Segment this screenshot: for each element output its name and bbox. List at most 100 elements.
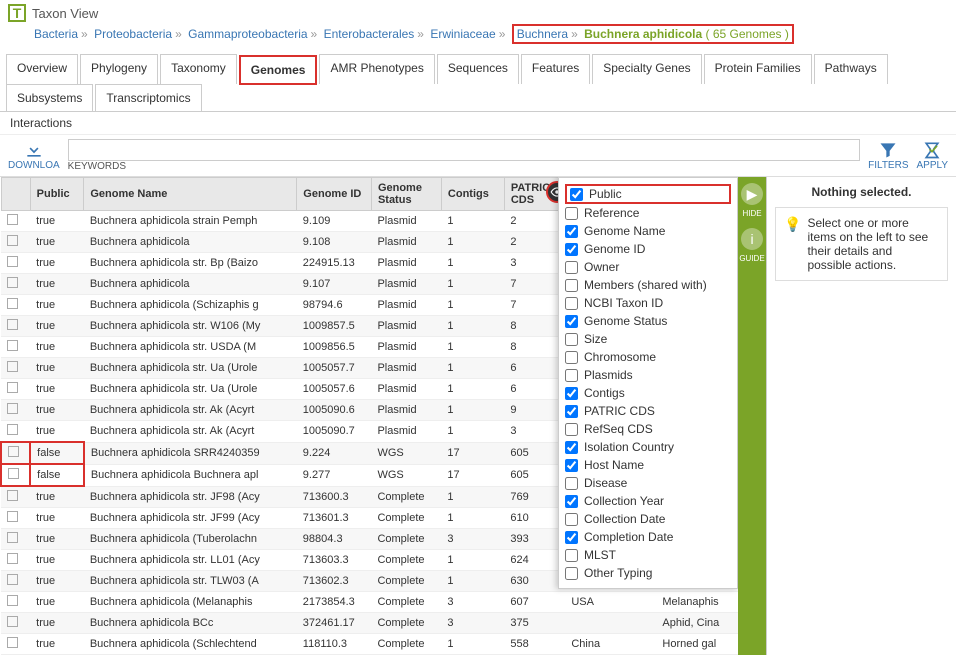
col-header[interactable]: Genome Status <box>371 178 441 211</box>
guide-button[interactable]: i <box>741 228 763 250</box>
column-checkbox[interactable] <box>565 387 578 400</box>
column-checkbox[interactable] <box>565 261 578 274</box>
breadcrumb-link[interactable]: Bacteria <box>34 27 78 41</box>
row-checkbox[interactable] <box>7 319 18 330</box>
tab-sequences[interactable]: Sequences <box>437 54 519 84</box>
table-row[interactable]: trueBuchnera aphidicola BCc372461.17Comp… <box>1 613 738 634</box>
column-checkbox[interactable] <box>565 369 578 382</box>
tab-genomes[interactable]: Genomes <box>239 55 318 85</box>
row-checkbox[interactable] <box>7 637 18 648</box>
column-option[interactable]: RefSeq CDS <box>565 420 731 438</box>
column-option[interactable]: PATRIC CDS <box>565 402 731 420</box>
breadcrumb-link[interactable]: Gammaproteobacteria <box>188 27 307 41</box>
tab-features[interactable]: Features <box>521 54 590 84</box>
column-checkbox[interactable] <box>565 477 578 490</box>
column-option[interactable]: Size <box>565 330 731 348</box>
column-option[interactable]: Disease <box>565 474 731 492</box>
column-checkbox[interactable] <box>565 459 578 472</box>
tab-subsystems[interactable]: Subsystems <box>6 84 93 111</box>
filters-button[interactable]: FILTERS <box>868 140 908 171</box>
column-checkbox[interactable] <box>565 243 578 256</box>
column-checkbox[interactable] <box>565 549 578 562</box>
breadcrumb-link[interactable]: Enterobacterales <box>324 27 415 41</box>
col-header[interactable]: Contigs <box>441 178 504 211</box>
row-checkbox[interactable] <box>7 277 18 288</box>
row-checkbox[interactable] <box>7 424 18 435</box>
row-checkbox[interactable] <box>8 446 19 457</box>
column-option[interactable]: Members (shared with) <box>565 276 731 294</box>
row-checkbox[interactable] <box>7 595 18 606</box>
column-checkbox[interactable] <box>565 513 578 526</box>
tab-amr-phenotypes[interactable]: AMR Phenotypes <box>319 54 434 84</box>
row-checkbox[interactable] <box>7 340 18 351</box>
table-row[interactable]: trueBuchnera aphidicola (Schlechtend1181… <box>1 634 738 655</box>
column-option[interactable]: Collection Year <box>565 492 731 510</box>
tab-specialty-genes[interactable]: Specialty Genes <box>592 54 701 84</box>
column-checkbox[interactable] <box>565 279 578 292</box>
row-checkbox[interactable] <box>7 361 18 372</box>
tab-taxonomy[interactable]: Taxonomy <box>160 54 237 84</box>
col-header[interactable]: Genome Name <box>84 178 297 211</box>
column-checkbox[interactable] <box>565 423 578 436</box>
row-checkbox[interactable] <box>7 553 18 564</box>
hide-button[interactable]: ▶ <box>741 183 763 205</box>
column-chooser[interactable]: PublicReferenceGenome NameGenome IDOwner… <box>558 177 738 589</box>
row-checkbox[interactable] <box>7 256 18 267</box>
row-checkbox[interactable] <box>7 298 18 309</box>
column-checkbox[interactable] <box>565 405 578 418</box>
column-option[interactable]: Genome ID <box>565 240 731 258</box>
breadcrumb-link[interactable]: Erwiniaceae <box>430 27 495 41</box>
row-checkbox[interactable] <box>7 616 18 627</box>
column-checkbox[interactable] <box>565 441 578 454</box>
column-option[interactable]: Completion Date <box>565 528 731 546</box>
tab-phylogeny[interactable]: Phylogeny <box>80 54 158 84</box>
column-option[interactable]: Reference <box>565 204 731 222</box>
tab-pathways[interactable]: Pathways <box>814 54 888 84</box>
keywords-input[interactable] <box>68 139 860 161</box>
row-checkbox[interactable] <box>7 235 18 246</box>
apply-button[interactable]: APPLY <box>917 140 949 171</box>
column-option[interactable]: Host Name <box>565 456 731 474</box>
row-checkbox[interactable] <box>7 490 18 501</box>
column-option[interactable]: NCBI Taxon ID <box>565 294 731 312</box>
col-header[interactable]: Public <box>30 178 84 211</box>
row-checkbox[interactable] <box>7 403 18 414</box>
column-checkbox[interactable] <box>565 567 578 580</box>
column-option[interactable]: Other Typing <box>565 564 731 582</box>
column-option[interactable]: Public <box>565 184 731 204</box>
column-option[interactable]: Genome Name <box>565 222 731 240</box>
column-checkbox[interactable] <box>565 333 578 346</box>
column-option[interactable]: Isolation Country <box>565 438 731 456</box>
column-checkbox[interactable] <box>565 351 578 364</box>
tab-protein-families[interactable]: Protein Families <box>704 54 812 84</box>
column-checkbox[interactable] <box>565 207 578 220</box>
tab-transcriptomics[interactable]: Transcriptomics <box>95 84 201 111</box>
row-checkbox[interactable] <box>7 532 18 543</box>
tab-overview[interactable]: Overview <box>6 54 78 84</box>
column-checkbox[interactable] <box>565 531 578 544</box>
row-checkbox[interactable] <box>8 468 19 479</box>
col-header[interactable] <box>1 178 30 211</box>
row-checkbox[interactable] <box>7 511 18 522</box>
column-option[interactable]: Plasmids <box>565 366 731 384</box>
row-checkbox[interactable] <box>7 214 18 225</box>
breadcrumb-link[interactable]: Proteobacteria <box>94 27 172 41</box>
row-checkbox[interactable] <box>7 574 18 585</box>
table-row[interactable]: trueBuchnera aphidicola (Melanaphis21738… <box>1 592 738 613</box>
breadcrumb-link[interactable]: Buchnera <box>517 27 568 41</box>
column-checkbox[interactable] <box>565 495 578 508</box>
row-checkbox[interactable] <box>7 382 18 393</box>
column-option[interactable]: Genome Status <box>565 312 731 330</box>
download-button[interactable]: DOWNLOA <box>8 140 60 171</box>
column-option[interactable]: Collection Date <box>565 510 731 528</box>
sub-tab-interactions[interactable]: Interactions <box>0 112 956 135</box>
column-option[interactable]: Chromosome <box>565 348 731 366</box>
column-checkbox[interactable] <box>570 188 583 201</box>
column-option[interactable]: Contigs <box>565 384 731 402</box>
col-header[interactable]: Genome ID <box>297 178 372 211</box>
column-checkbox[interactable] <box>565 315 578 328</box>
column-option[interactable]: Owner <box>565 258 731 276</box>
column-checkbox[interactable] <box>565 297 578 310</box>
column-option[interactable]: MLST <box>565 546 731 564</box>
column-checkbox[interactable] <box>565 225 578 238</box>
